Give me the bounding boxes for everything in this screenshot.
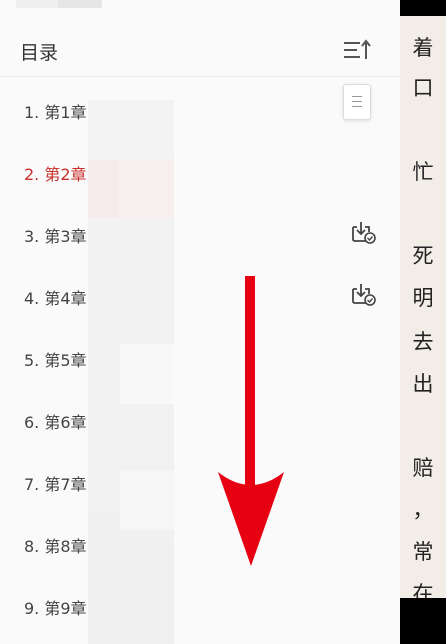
chapter-label: 9. 第9章 <box>24 599 87 618</box>
chapter-label: 2. 第2章 <box>24 165 87 184</box>
chapter-row-6[interactable]: 6. 第6章 <box>0 387 400 449</box>
chapter-label: 5. 第5章 <box>24 351 87 370</box>
chapter-label: 1. 第1章 <box>24 103 87 122</box>
chapter-row-1[interactable]: 1. 第1章 <box>0 77 400 139</box>
download-done-icon <box>352 222 376 244</box>
download-done-icon <box>352 284 376 306</box>
chapter-row-4[interactable]: 4. 第4章 <box>0 263 400 325</box>
reader-char: 忙 <box>412 160 434 184</box>
reader-char: 明 <box>412 286 434 310</box>
sort-icon[interactable] <box>343 38 373 62</box>
toc-panel: 目录 1. 第1章 2. 第2章 3. 第3章 4. 第4章 5. 第5章 6.… <box>0 0 400 644</box>
chapter-row-3[interactable]: 3. 第3章 <box>0 201 400 263</box>
chapter-row-2[interactable]: 2. 第2章 <box>0 139 400 201</box>
chapter-label: 8. 第8章 <box>24 537 87 556</box>
chapter-label: 4. 第4章 <box>24 289 87 308</box>
reader-char: 赔 <box>412 456 434 480</box>
chapter-row-9[interactable]: 9. 第9章 <box>0 573 400 635</box>
reader-char: 口 <box>412 76 434 100</box>
screen-bezel <box>400 0 446 16</box>
reader-char: 去 <box>412 330 434 354</box>
bookmark-icon[interactable] <box>343 84 371 120</box>
reader-char: 常 <box>412 540 434 564</box>
screen-bezel <box>400 598 446 644</box>
reader-char: 死 <box>412 244 434 268</box>
chapter-label: 6. 第6章 <box>24 413 87 432</box>
page-title: 目录 <box>20 42 59 64</box>
chapter-row-5[interactable]: 5. 第5章 <box>0 325 400 387</box>
chapter-label: 3. 第3章 <box>24 227 87 246</box>
reader-char: ， <box>412 498 434 522</box>
chapter-label: 7. 第7章 <box>24 475 87 494</box>
chapter-row-8[interactable]: 8. 第8章 <box>0 511 400 573</box>
status-strip <box>16 0 102 8</box>
chapter-row-7[interactable]: 7. 第7章 <box>0 449 400 511</box>
scroll-down-arrow-icon <box>218 276 284 566</box>
reader-page-edge: 着 口 忙 死 明 去 出 赔 ， 常 在 <box>400 0 446 644</box>
reader-char: 着 <box>412 36 434 60</box>
reader-char: 出 <box>412 372 434 396</box>
